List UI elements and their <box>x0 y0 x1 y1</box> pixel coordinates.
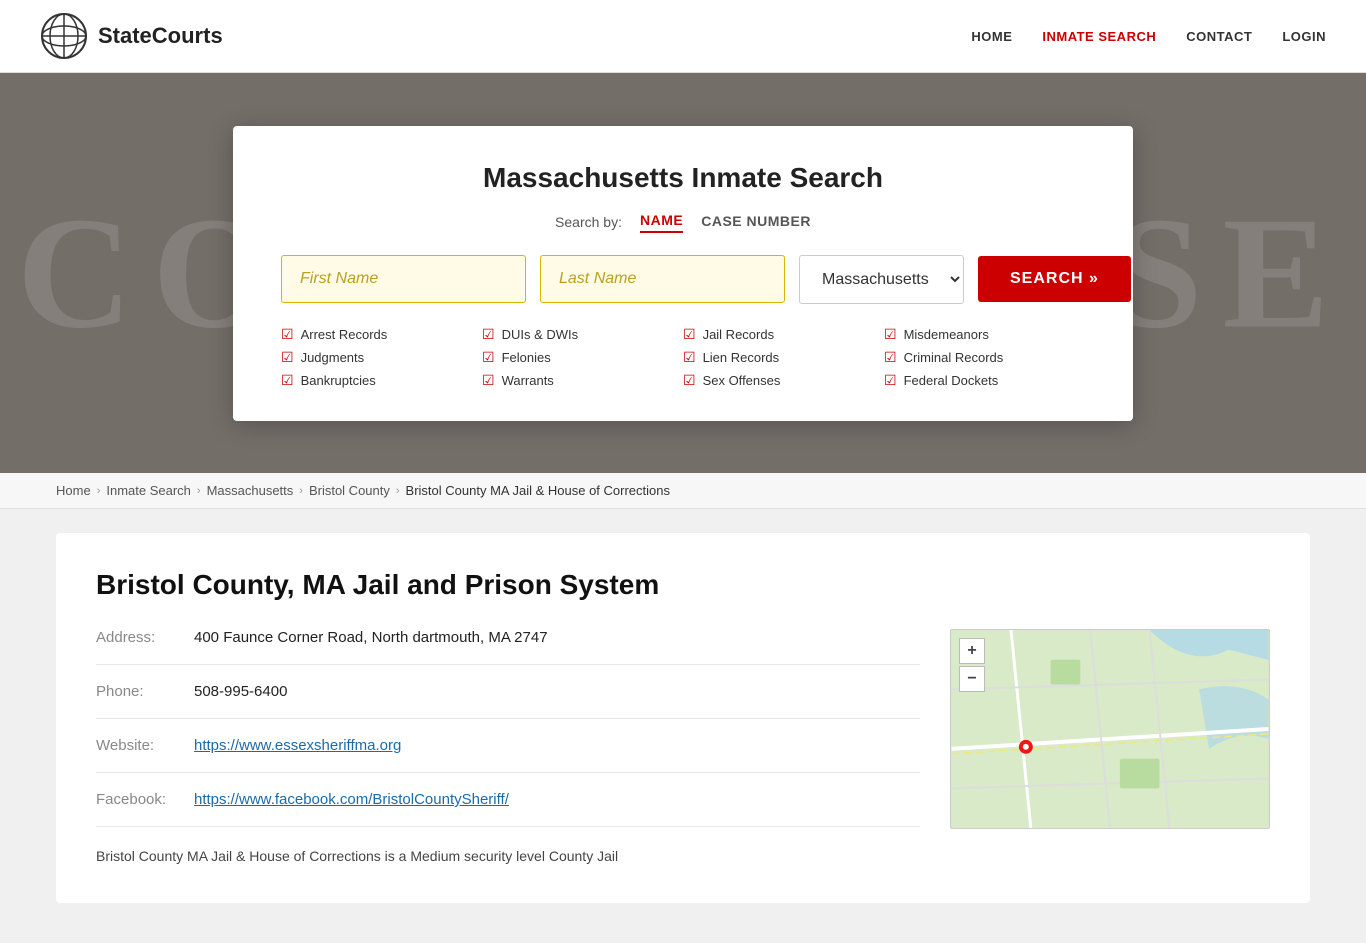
header: StateCourts HOME INMATE SEARCH CONTACT L… <box>0 0 1366 73</box>
logo-icon <box>40 12 88 60</box>
checkmark-icon: ☑ <box>281 349 294 366</box>
search-card: Massachusetts Inmate Search Search by: N… <box>233 126 1133 421</box>
search-button[interactable]: SEARCH » <box>978 256 1131 302</box>
check-sex-offenses: ☑ Sex Offenses <box>683 372 884 389</box>
map-zoom-out[interactable]: − <box>959 666 985 692</box>
address-row: Address: 400 Faunce Corner Road, North d… <box>96 629 920 646</box>
check-arrest-records: ☑ Arrest Records <box>281 326 482 343</box>
check-felonies: ☑ Felonies <box>482 349 683 366</box>
address-label: Address: <box>96 629 186 646</box>
nav-login[interactable]: LOGIN <box>1282 29 1326 44</box>
checkmark-icon: ☑ <box>281 372 294 389</box>
checkmark-icon: ☑ <box>683 372 696 389</box>
nav-contact[interactable]: CONTACT <box>1186 29 1252 44</box>
last-name-input[interactable] <box>540 255 785 303</box>
content-card: Bristol County, MA Jail and Prison Syste… <box>56 533 1310 903</box>
map-zoom-in[interactable]: + <box>959 638 985 664</box>
facebook-link[interactable]: https://www.facebook.com/BristolCountySh… <box>194 791 509 808</box>
search-by-label: Search by: <box>555 214 622 230</box>
check-bankruptcies: ☑ Bankruptcies <box>281 372 482 389</box>
check-judgments: ☑ Judgments <box>281 349 482 366</box>
state-select[interactable]: Massachusetts Alabama Alaska Arizona Cal… <box>799 255 964 304</box>
divider-2 <box>96 718 920 719</box>
phone-label: Phone: <box>96 683 186 700</box>
checks-grid: ☑ Arrest Records ☑ DUIs & DWIs ☑ Jail Re… <box>281 326 1085 389</box>
search-by-row: Search by: NAME CASE NUMBER <box>281 212 1085 233</box>
logo-area[interactable]: StateCourts <box>40 12 223 60</box>
facility-info: Address: 400 Faunce Corner Road, North d… <box>96 629 920 867</box>
phone-row: Phone: 508-995-6400 <box>96 683 920 700</box>
map-controls: + − <box>959 638 985 692</box>
search-card-title: Massachusetts Inmate Search <box>281 162 1085 194</box>
nav-inmate-search[interactable]: INMATE SEARCH <box>1042 29 1156 44</box>
breadcrumb-massachusetts[interactable]: Massachusetts <box>207 483 294 498</box>
snippet-text: Bristol County MA Jail & House of Correc… <box>96 845 920 867</box>
facility-title: Bristol County, MA Jail and Prison Syste… <box>96 569 1270 601</box>
breadcrumb-bristol-county[interactable]: Bristol County <box>309 483 390 498</box>
breadcrumb-sep-1: › <box>97 485 101 497</box>
breadcrumb-current: Bristol County MA Jail & House of Correc… <box>406 483 670 498</box>
check-warrants: ☑ Warrants <box>482 372 683 389</box>
checkmark-icon: ☑ <box>884 326 897 343</box>
facebook-label: Facebook: <box>96 791 186 808</box>
breadcrumb-sep-2: › <box>197 485 201 497</box>
checkmark-icon: ☑ <box>482 372 495 389</box>
main-nav: HOME INMATE SEARCH CONTACT LOGIN <box>971 29 1326 44</box>
main-content: Bristol County, MA Jail and Prison Syste… <box>0 509 1366 943</box>
nav-home[interactable]: HOME <box>971 29 1012 44</box>
checkmark-icon: ☑ <box>884 372 897 389</box>
logo-text: StateCourts <box>98 23 223 49</box>
divider-3 <box>96 772 920 773</box>
search-inputs-row: Massachusetts Alabama Alaska Arizona Cal… <box>281 255 1085 304</box>
checkmark-icon: ☑ <box>482 326 495 343</box>
check-criminal-records: ☑ Criminal Records <box>884 349 1085 366</box>
breadcrumb: Home › Inmate Search › Massachusetts › B… <box>0 473 1366 509</box>
website-row: Website: https://www.essexsheriffma.org <box>96 737 920 754</box>
breadcrumb-sep-4: › <box>396 485 400 497</box>
breadcrumb-home[interactable]: Home <box>56 483 91 498</box>
checkmark-icon: ☑ <box>683 326 696 343</box>
breadcrumb-sep-3: › <box>299 485 303 497</box>
first-name-input[interactable] <box>281 255 526 303</box>
checkmark-icon: ☑ <box>281 326 294 343</box>
divider-4 <box>96 826 920 827</box>
checkmark-icon: ☑ <box>482 349 495 366</box>
divider-1 <box>96 664 920 665</box>
checkmark-icon: ☑ <box>884 349 897 366</box>
website-label: Website: <box>96 737 186 754</box>
check-federal-dockets: ☑ Federal Dockets <box>884 372 1085 389</box>
check-misdemeanors: ☑ Misdemeanors <box>884 326 1085 343</box>
address-value: 400 Faunce Corner Road, North dartmouth,… <box>194 629 548 646</box>
breadcrumb-inmate-search[interactable]: Inmate Search <box>106 483 191 498</box>
tab-name[interactable]: NAME <box>640 212 683 233</box>
map-container: + − <box>950 629 1270 829</box>
check-lien-records: ☑ Lien Records <box>683 349 884 366</box>
phone-value: 508-995-6400 <box>194 683 287 700</box>
map-svg <box>951 630 1269 828</box>
check-jail-records: ☑ Jail Records <box>683 326 884 343</box>
content-body-row: Address: 400 Faunce Corner Road, North d… <box>96 629 1270 867</box>
check-duis: ☑ DUIs & DWIs <box>482 326 683 343</box>
website-link[interactable]: https://www.essexsheriffma.org <box>194 737 401 754</box>
checkmark-icon: ☑ <box>683 349 696 366</box>
tab-case-number[interactable]: CASE NUMBER <box>701 213 811 232</box>
facebook-row: Facebook: https://www.facebook.com/Brist… <box>96 791 920 808</box>
hero-section: COURTHOUSE Massachusetts Inmate Search S… <box>0 73 1366 473</box>
